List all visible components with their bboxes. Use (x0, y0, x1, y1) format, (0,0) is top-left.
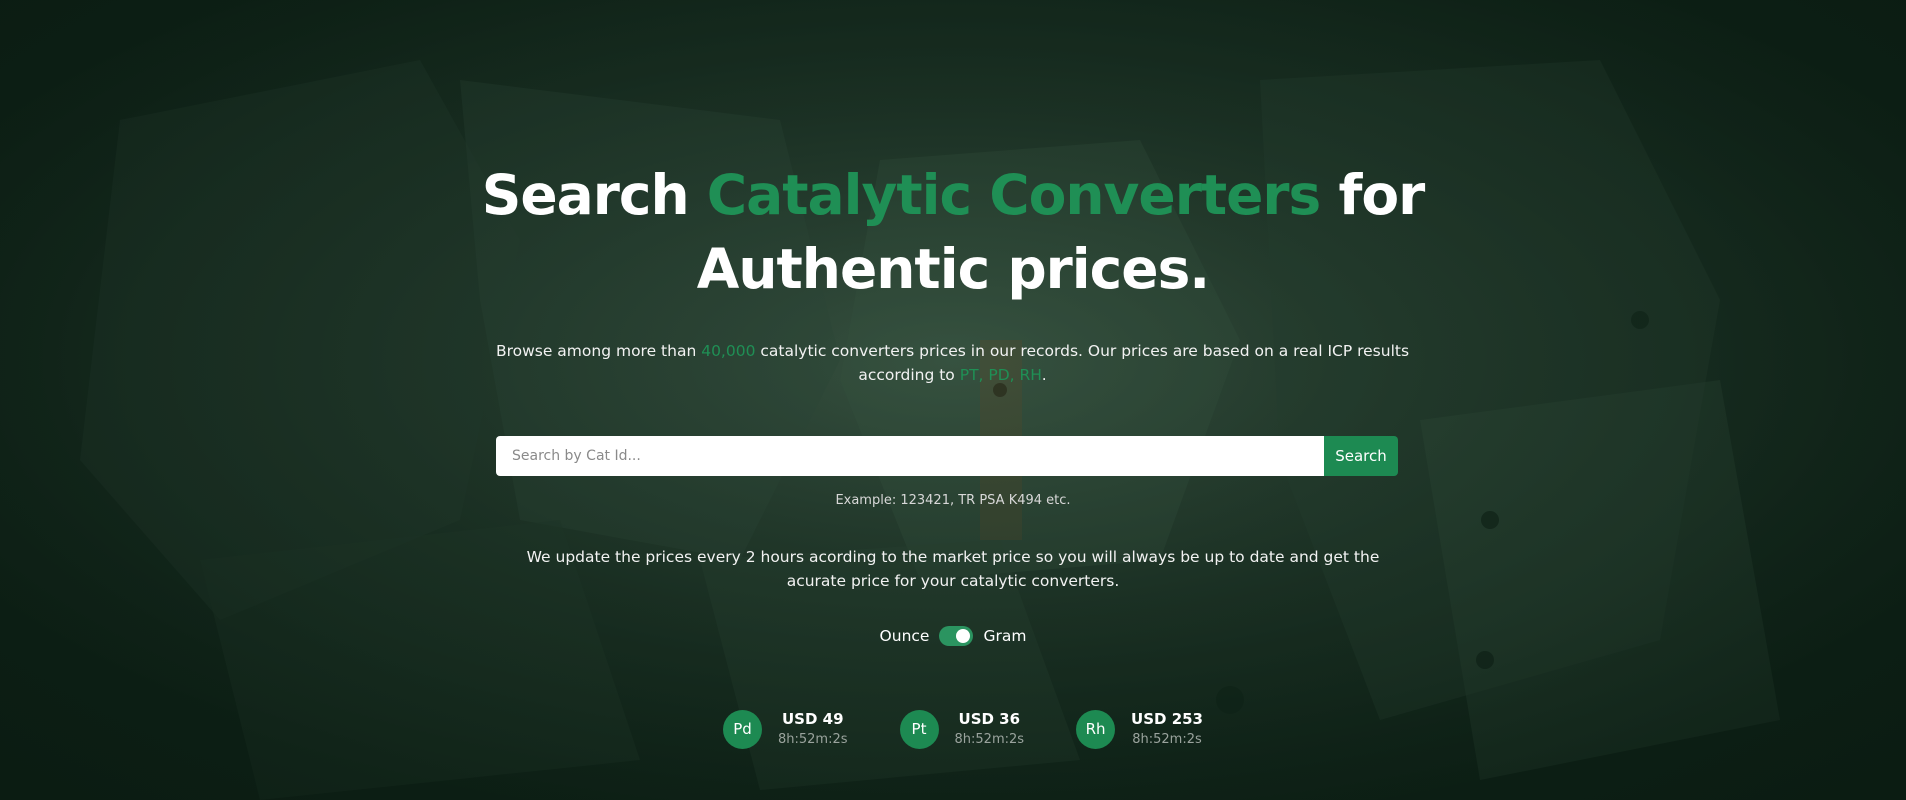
metal-price: USD 49 (782, 710, 844, 728)
search-input[interactable] (496, 436, 1324, 476)
metal-badge-pd: Pd (723, 709, 762, 749)
update-note: We update the prices every 2 hours acord… (526, 548, 1380, 590)
hero-content: Search Catalytic Converters for Authenti… (0, 0, 1906, 800)
metal-info: USD 49 8h:52m:2s (778, 708, 848, 750)
metal-update-time: 8h:52m:2s (954, 732, 1025, 747)
metal-prices: Pd USD 49 8h:52m:2s Pt USD 36 8h:52m:2s … (723, 704, 1203, 754)
metal-badge-pt: Pt (899, 709, 939, 749)
metal-item-pd: Pd USD 49 8h:52m:2s (723, 704, 848, 754)
title-part-1: Search (481, 163, 707, 227)
search-bar: Search (496, 436, 1398, 476)
metal-info: USD 253 8h:52m:2s (1131, 708, 1203, 750)
records-count: 40,000 (701, 342, 756, 360)
page-title: Search Catalytic Converters for Authenti… (453, 158, 1453, 306)
search-example-hint: Example: 123421, TR PSA K494 etc. (835, 493, 1071, 508)
unit-label-ounce[interactable]: Ounce (880, 627, 930, 645)
intro-end: . (1041, 366, 1047, 384)
intro-middle: catalytic converters prices in our recor… (755, 342, 1410, 384)
metal-info: USD 36 8h:52m:2s (955, 708, 1025, 750)
switch-knob (956, 629, 971, 643)
unit-toggle: Ounce Gram (853, 624, 1053, 648)
unit-label-gram[interactable]: Gram (983, 627, 1026, 645)
search-button[interactable]: Search (1324, 436, 1398, 476)
metal-update-time: 8h:52m:2s (778, 732, 848, 747)
title-line-2: Authentic prices. (696, 237, 1210, 301)
metal-badge-rh: Rh (1076, 709, 1116, 749)
title-accent: Catalytic Converters (706, 163, 1322, 227)
hero-section: Search Catalytic Converters for Authenti… (0, 0, 1906, 800)
intro-text: Browse among more than 40,000 catalytic … (490, 339, 1415, 387)
unit-switch[interactable] (939, 626, 974, 646)
metal-price: USD 253 (1131, 710, 1203, 728)
metal-update-time: 8h:52m:2s (1132, 732, 1202, 747)
metal-price: USD 36 (958, 710, 1021, 728)
intro-before-count: Browse among more than (495, 342, 702, 360)
metal-item-pt: Pt USD 36 8h:52m:2s (899, 704, 1025, 754)
title-part-2: for (1320, 163, 1425, 227)
metals-list: PT, PD, RH (959, 366, 1042, 384)
metal-item-rh: Rh USD 253 8h:52m:2s (1076, 704, 1203, 754)
